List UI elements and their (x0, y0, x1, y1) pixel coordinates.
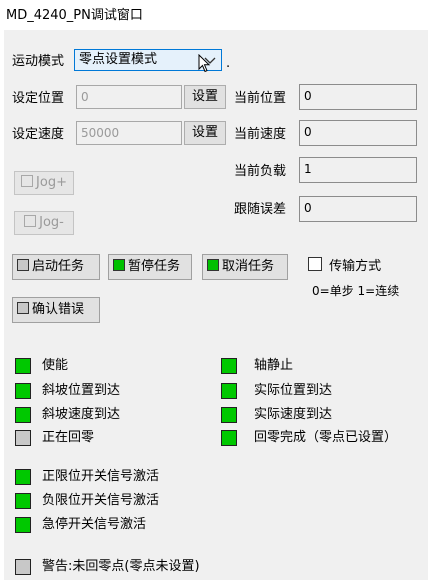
current-position-field: 0 (299, 84, 417, 110)
confirm-error-button[interactable]: 确认错误 (12, 297, 100, 323)
limit-label-emergency-stop: 急停开关信号激活 (42, 517, 147, 532)
jog-plus-button[interactable]: Jog+ (14, 171, 74, 195)
limit-led-positive (15, 469, 31, 485)
cancel-task-indicator (207, 259, 219, 271)
transfer-mode-box (308, 257, 322, 271)
warning-led (15, 559, 31, 575)
mode-trailing-dot: . (226, 56, 231, 71)
start-task-indicator (17, 259, 29, 271)
status-led-homing-complete (221, 430, 237, 446)
limit-led-negative (15, 493, 31, 509)
confirm-error-indicator (17, 302, 29, 314)
jog-plus-indicator (21, 175, 34, 187)
status-label-actual-position: 实际位置到达 (254, 383, 333, 398)
title-bar: MD_4240_PN调试窗口 (0, 0, 428, 24)
status-label-ramp-position: 斜坡位置到达 (42, 383, 121, 398)
jog-minus-indicator (24, 215, 37, 227)
warning-label: 警告:未回零点(零点未设置) (42, 559, 200, 574)
current-speed-field: 0 (299, 120, 417, 146)
limit-led-emergency-stop (15, 517, 31, 533)
pause-task-button[interactable]: 暂停任务 (108, 254, 192, 280)
transfer-mode-checkbox[interactable]: 传输方式 (308, 257, 381, 275)
status-led-actual-speed (221, 407, 237, 423)
pause-task-label: 暂停任务 (128, 259, 181, 274)
status-label-homing: 正在回零 (42, 430, 95, 445)
status-label-enable: 使能 (42, 358, 69, 373)
status-label-homing-complete: 回零完成（零点已设置） (254, 430, 398, 445)
following-error-field: 0 (299, 196, 417, 222)
status-led-ramp-position (15, 383, 31, 399)
transfer-mode-hint: 0=单步 1=连续 (312, 284, 400, 298)
set-speed-label: 设定速度 (12, 127, 65, 142)
start-task-button[interactable]: 启动任务 (12, 254, 100, 280)
current-position-label: 当前位置 (234, 91, 287, 106)
status-led-homing (15, 430, 31, 446)
jog-minus-button[interactable]: Jog- (14, 211, 74, 235)
pause-task-indicator (113, 259, 125, 271)
mode-label: 运动模式 (12, 54, 65, 69)
confirm-error-label: 确认错误 (32, 302, 85, 317)
status-led-enable (15, 358, 31, 374)
status-led-ramp-speed (15, 407, 31, 423)
cancel-task-button[interactable]: 取消任务 (202, 254, 288, 280)
set-speed-button[interactable]: 设置 (184, 121, 226, 145)
transfer-mode-label: 传输方式 (329, 259, 382, 274)
status-led-actual-position (221, 383, 237, 399)
set-position-input[interactable]: 0 (76, 85, 182, 109)
debug-panel: 运动模式 零点设置模式 . 设定位置 0 设置 当前位置 0 设定速度 5000… (4, 30, 428, 580)
limit-label-negative: 负限位开关信号激活 (42, 493, 160, 508)
jog-minus-label: Jog- (39, 215, 64, 230)
window-title: MD_4240_PN调试窗口 (6, 8, 143, 23)
status-label-axis-stopped: 轴静止 (254, 358, 294, 373)
current-load-label: 当前负载 (234, 164, 287, 179)
limit-label-positive: 正限位开关信号激活 (42, 469, 160, 484)
start-task-label: 启动任务 (32, 259, 85, 274)
following-error-label: 跟随误差 (234, 202, 287, 217)
mode-select-value: 零点设置模式 (79, 52, 158, 67)
status-label-ramp-speed: 斜坡速度到达 (42, 407, 121, 422)
set-position-label: 设定位置 (12, 91, 65, 106)
cancel-task-label: 取消任务 (222, 259, 275, 274)
status-led-axis-stopped (221, 358, 237, 374)
current-load-field: 1 (299, 157, 417, 183)
current-speed-label: 当前速度 (234, 127, 287, 142)
set-speed-input[interactable]: 50000 (76, 121, 182, 145)
status-label-actual-speed: 实际速度到达 (254, 407, 333, 422)
set-position-button[interactable]: 设置 (184, 85, 226, 109)
jog-plus-label: Jog+ (36, 175, 67, 190)
mouse-cursor-icon (198, 53, 212, 78)
